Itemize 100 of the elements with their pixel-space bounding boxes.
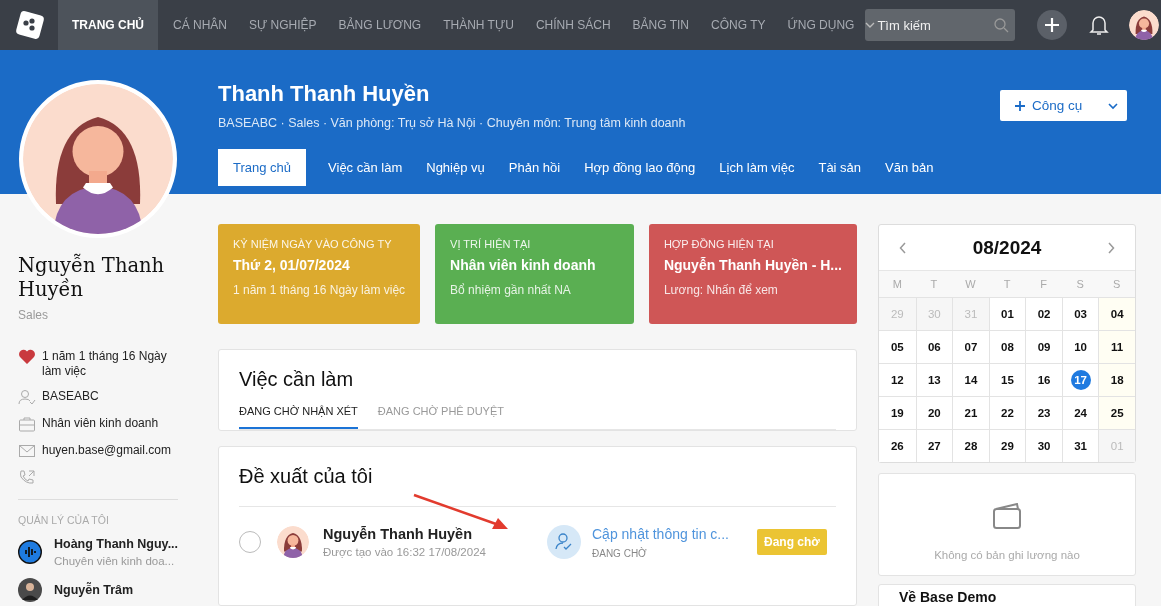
weekday-label: T — [915, 270, 953, 297]
profile-tab[interactable]: Nghiệp vụ — [414, 149, 497, 186]
calendar-day[interactable]: 21 — [960, 403, 981, 423]
profile-tab[interactable]: Văn bản — [873, 149, 946, 186]
summary-card[interactable]: HỢP ĐỒNG HIỆN TẠI Nguyễn Thanh Huyền - H... Lương: Nhấn để xem — [648, 224, 857, 324]
calendar-day[interactable]: 23 — [1034, 403, 1055, 423]
calendar-day[interactable]: 22 — [997, 403, 1018, 423]
nav-tab[interactable]: TRANG CHỦ — [58, 0, 158, 50]
calendar-day[interactable]: 10 — [1070, 337, 1091, 357]
panel-title: Đề xuất của tôi — [239, 465, 836, 507]
calendar-day[interactable]: 05 — [887, 337, 908, 357]
calendar-day[interactable]: 06 — [924, 337, 945, 357]
calendar-day[interactable]: 30 — [1034, 436, 1055, 456]
requester-name: Nguyễn Thanh Huyền — [323, 526, 474, 542]
card-note: 1 năm 1 tháng 16 Ngày làm việc — [233, 283, 406, 297]
calendar-day[interactable]: 31 — [1070, 436, 1091, 456]
nav-tab[interactable]: CÔNG TY — [700, 0, 777, 50]
employee-department: Sales — [18, 308, 50, 322]
card-heading: HỢP ĐỒNG HIỆN TẠI — [663, 238, 775, 250]
calendar-day[interactable]: 29 — [997, 436, 1018, 456]
weekday-label: S — [1098, 270, 1135, 297]
profile-tab[interactable]: Phản hồi — [496, 149, 573, 186]
calendar-day[interactable]: 28 — [960, 436, 981, 456]
calendar-day[interactable]: 14 — [960, 370, 981, 390]
calendar-day[interactable]: 03 — [1070, 304, 1091, 324]
manager-role: Chuyên viên kinh doa... — [54, 555, 176, 567]
tools-button[interactable]: Công cụ — [1000, 90, 1127, 121]
sound-bars-icon — [18, 540, 42, 564]
employee-name: Nguyễn Thanh Huyền — [18, 254, 166, 302]
nav-tab[interactable]: CÁ NHÂN — [162, 0, 238, 50]
user-check-icon — [18, 388, 36, 406]
calendar-day[interactable]: 19 — [887, 403, 908, 423]
chevron-right-icon — [1107, 241, 1115, 254]
search-input[interactable]: Tìm kiếm — [877, 17, 994, 33]
nav-tab[interactable]: ỨNG DỤNG — [776, 0, 866, 50]
plus-icon — [1014, 99, 1026, 112]
profile-tab[interactable]: Lịch làm việc — [707, 149, 807, 186]
profile-tab[interactable]: Việc cần làm — [316, 149, 415, 186]
calendar-day[interactable]: 17 — [1070, 370, 1091, 390]
nav-tab[interactable]: SỰ NGHIỆP — [238, 0, 328, 50]
panel-title: Về Base Demo — [899, 589, 998, 605]
panel-title: Việc cần làm — [239, 368, 355, 391]
calendar-day[interactable]: 16 — [1034, 370, 1055, 390]
calendar-day[interactable]: 26 — [887, 436, 908, 456]
info-text: huyen.base@gmail.com — [42, 442, 171, 458]
info-text: BASEABC — [42, 388, 99, 404]
profile-tab[interactable]: Trang chủ — [218, 149, 307, 186]
weekday-label: T — [988, 270, 1026, 297]
calendar-month: 08/2024 — [972, 236, 1042, 259]
weekday-label: F — [1025, 270, 1062, 297]
card-title: Nguyễn Thanh Huyền - H... — [663, 257, 842, 273]
calendar-day[interactable]: 15 — [997, 370, 1018, 390]
calendar-day[interactable]: 13 — [924, 370, 945, 390]
search-field[interactable]: Tìm kiếm — [865, 9, 1016, 41]
add-icon — [1037, 10, 1068, 40]
empty-message: Không có bản ghi lương nào — [934, 549, 1080, 561]
nav-tab[interactable]: BẢNG TIN — [621, 0, 700, 50]
heart-icon — [18, 348, 36, 366]
calendar-day[interactable]: 24 — [1070, 403, 1091, 423]
profile-details: BASEABC · Sales · Văn phòng: Trụ sở Hà Nội · Chuyên môn: Trung tâm kinh doanh — [218, 116, 687, 130]
profile-name: Thanh Thanh Huyền — [218, 81, 431, 107]
search-icon — [993, 17, 1010, 33]
card-heading: VỊ TRÍ HIỆN TẠI — [450, 238, 532, 250]
mail-icon — [18, 442, 36, 460]
caret-icon — [1108, 101, 1119, 110]
wallet-icon — [993, 503, 1021, 529]
todo-tab[interactable]: ĐANG CHỜ NHẬN XÉT — [239, 405, 358, 429]
section-heading: QUẢN LÝ CỦA TÔI — [18, 514, 110, 526]
caret-icon — [865, 21, 876, 29]
calendar-day[interactable]: 08 — [997, 337, 1018, 357]
nav-tab[interactable]: CHÍNH SÁCH — [524, 0, 622, 50]
manager-name[interactable]: Nguyễn Trâm — [54, 583, 134, 597]
request-status: ĐANG CHỜ — [592, 548, 648, 559]
info-text: 1 năm 1 tháng 16 Ngày làm việc — [42, 348, 168, 379]
weekday-label: S — [1061, 270, 1099, 297]
weekday-label: M — [879, 270, 916, 297]
user-check-icon — [547, 525, 581, 559]
card-title: Nhân viên kinh doanh — [450, 257, 597, 273]
created-time: Được tạo vào 16:32 17/08/2024 — [323, 546, 487, 558]
calendar-day[interactable]: 01 — [997, 304, 1018, 324]
calendar-day[interactable]: 09 — [1034, 337, 1055, 357]
calendar-day[interactable]: 12 — [887, 370, 908, 390]
card-note: Lương: Nhấn để xem — [663, 283, 779, 297]
calendar-day[interactable]: 07 — [960, 337, 981, 357]
calendar-day[interactable]: 27 — [924, 436, 945, 456]
avatar — [1129, 10, 1160, 40]
phone-icon — [18, 469, 36, 487]
bell-icon — [1089, 14, 1110, 36]
avatar — [277, 526, 309, 558]
calendar-day[interactable]: 02 — [1034, 304, 1055, 324]
profile-tab[interactable]: Hợp đồng lao động — [572, 149, 708, 186]
card-note: Bổ nhiệm gần nhất NA — [450, 283, 572, 297]
nav-tab[interactable]: THÀNH TỰU — [432, 0, 525, 50]
briefcase-icon — [18, 415, 36, 433]
card-heading: KỶ NIỆM NGÀY VÀO CÔNG TY — [233, 238, 393, 250]
profile-tab[interactable]: Tài sản — [806, 149, 874, 186]
manager-name[interactable]: Hoàng Thanh Nguy... — [54, 537, 179, 551]
calendar-day[interactable]: 20 — [924, 403, 945, 423]
nav-tab[interactable]: BẢNG LƯƠNG — [327, 0, 433, 50]
status-badge: Đang chờ — [757, 529, 827, 555]
